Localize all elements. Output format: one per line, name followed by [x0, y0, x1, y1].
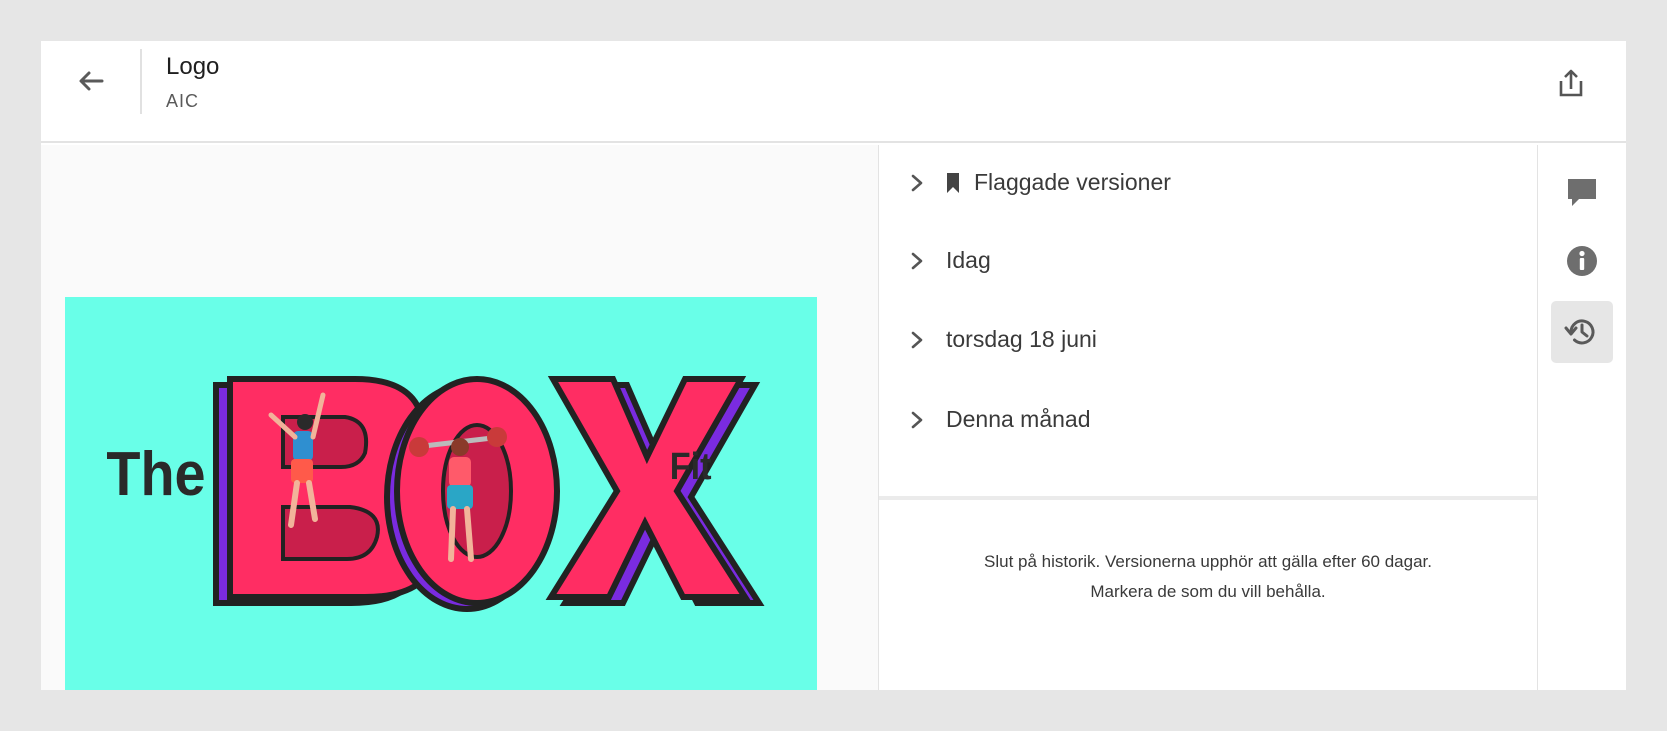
document-subtitle: AIC	[166, 91, 200, 111]
group-label-flagged: Flaggade versioner	[974, 169, 1171, 195]
share-upload-icon	[1559, 69, 1583, 97]
artwork-text-fit: Fit	[670, 444, 712, 487]
group-thursday-june-18[interactable]: torsdag 18 juni	[879, 310, 1537, 370]
comment-icon	[1568, 179, 1596, 206]
version-history-panel: Flaggade versioner Idag torsdag 18 juni …	[878, 145, 1538, 690]
end-note-line-2: Markera de som du vill behålla.	[1090, 582, 1326, 601]
share-button[interactable]	[1549, 61, 1593, 105]
arrow-left-icon	[79, 71, 104, 91]
bookmark-icon	[947, 173, 959, 193]
back-button[interactable]	[71, 61, 111, 101]
document-title: Logo	[166, 53, 220, 80]
group-label-thursday: torsdag 18 juni	[946, 326, 1097, 352]
comments-button[interactable]	[1551, 161, 1613, 223]
preview-pane: The Fit	[41, 145, 878, 690]
document-window: Logo AIC The Fit Flaggade versioner Idag…	[41, 41, 1626, 690]
version-history-button[interactable]	[1551, 301, 1613, 363]
info-icon	[1567, 246, 1597, 276]
artwork-image[interactable]: The Fit	[65, 297, 817, 690]
panel-divider	[879, 496, 1537, 500]
group-flagged-versions[interactable]: Flaggade versioner	[879, 153, 1537, 213]
chevron-right-icon	[911, 411, 923, 429]
history-icon	[1564, 319, 1595, 345]
header-bar: Logo AIC	[41, 41, 1626, 143]
header-divider	[140, 49, 142, 114]
chevron-right-icon	[911, 252, 923, 270]
group-label-this-month: Denna månad	[946, 406, 1091, 432]
artwork-text-the: The	[106, 440, 205, 508]
group-this-month[interactable]: Denna månad	[879, 390, 1537, 450]
info-button[interactable]	[1551, 230, 1613, 292]
end-note-line-1: Slut på historik. Versionerna upphör att…	[984, 552, 1432, 571]
group-today[interactable]: Idag	[879, 231, 1537, 291]
end-of-history-note: Slut på historik. Versionerna upphör att…	[879, 547, 1537, 607]
group-label-today: Idag	[946, 247, 991, 273]
right-rail	[1538, 145, 1626, 690]
chevron-right-icon	[911, 331, 923, 349]
chevron-right-icon	[911, 174, 923, 192]
